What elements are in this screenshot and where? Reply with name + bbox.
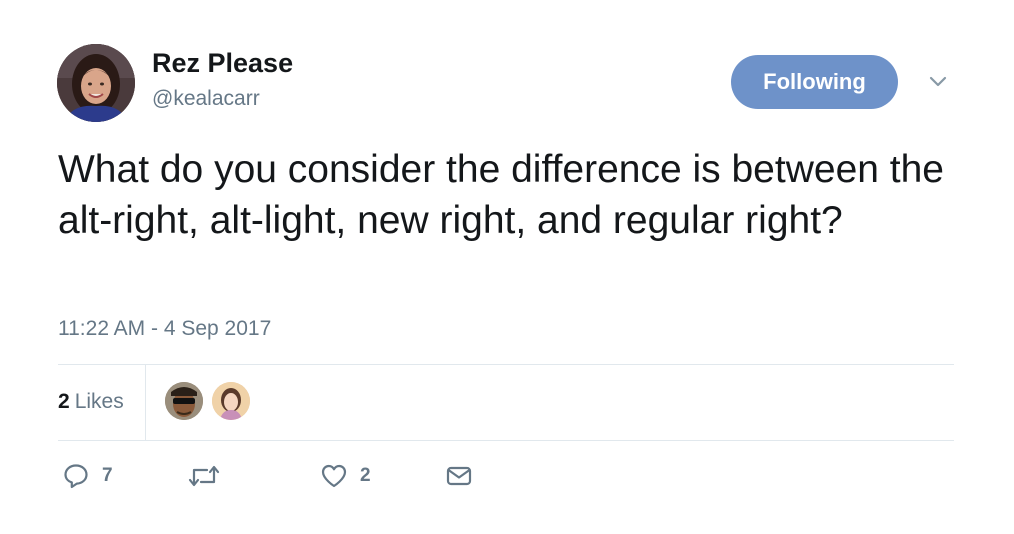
retweet-icon	[188, 465, 220, 487]
likes-label: Likes	[74, 390, 124, 413]
following-button[interactable]: Following	[731, 55, 898, 109]
likes-stat[interactable]: 2 Likes	[58, 390, 124, 414]
like-button[interactable]: 2	[320, 460, 371, 492]
liker-avatar-image	[212, 382, 250, 420]
liker-avatar[interactable]	[165, 382, 203, 420]
reply-button[interactable]: 7	[62, 460, 113, 492]
direct-message-button[interactable]	[445, 460, 473, 492]
tweet-card: Rez Please @kealacarr Following What do …	[0, 0, 1014, 534]
heart-icon	[321, 464, 347, 488]
liker-avatar-image	[165, 382, 203, 420]
chevron-down-icon[interactable]	[926, 72, 950, 92]
envelope-icon	[446, 466, 472, 486]
liker-avatar[interactable]	[212, 382, 250, 420]
stats-separator	[145, 365, 146, 440]
tweet-text: What do you consider the difference is b…	[58, 148, 944, 242]
author-handle[interactable]: @kealacarr	[152, 87, 260, 111]
author-display-name[interactable]: Rez Please	[152, 48, 293, 79]
likes-count: 2	[58, 390, 70, 413]
avatar-image	[57, 44, 135, 122]
divider-bottom	[58, 440, 954, 441]
like-count: 2	[360, 465, 371, 486]
reply-icon	[64, 464, 88, 489]
reply-count: 7	[102, 465, 113, 486]
retweet-button[interactable]	[187, 460, 233, 492]
tweet-timestamp[interactable]: 11:22 AM - 4 Sep 2017	[58, 317, 271, 341]
divider-top	[58, 364, 954, 365]
author-avatar[interactable]	[57, 44, 135, 122]
